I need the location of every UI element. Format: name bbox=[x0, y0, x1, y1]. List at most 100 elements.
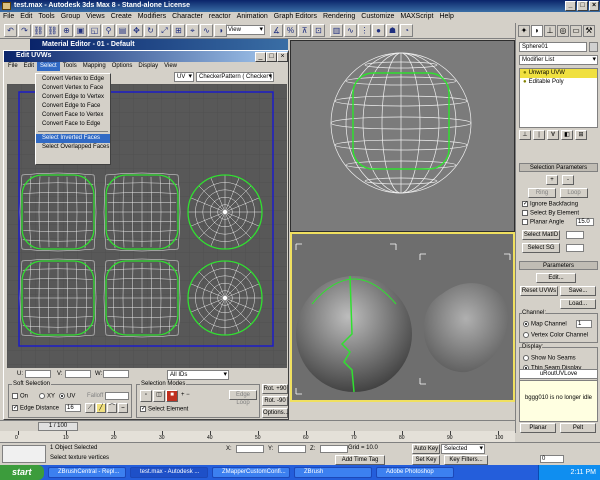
selection-parameters-rollout[interactable]: Selection Parameters bbox=[519, 163, 598, 172]
reset-uvws-button[interactable]: Reset UVWs bbox=[520, 286, 558, 296]
uvw-menu-tools[interactable]: Tools bbox=[60, 62, 80, 71]
ring-button[interactable]: Ring bbox=[528, 188, 556, 198]
angle-snap-icon[interactable]: ∿ bbox=[200, 24, 213, 37]
matid-spinner[interactable] bbox=[566, 231, 584, 239]
percent-snap-icon[interactable]: ◑ bbox=[214, 24, 227, 37]
falloff-type-buttons[interactable]: ⟋ ╱ ⌒ ⌣ bbox=[85, 403, 129, 414]
uvw-menu-file[interactable]: File bbox=[5, 62, 21, 71]
pivot-icon[interactable]: ⊞ bbox=[172, 24, 185, 37]
y-coord-field[interactable] bbox=[278, 445, 306, 453]
spinner-snap-icon[interactable]: ∡ bbox=[270, 24, 283, 37]
edit-uvws-titlebar[interactable]: Edit UVWs bbox=[4, 51, 288, 62]
select-element-checkbox[interactable]: ✓ Select Element bbox=[140, 406, 188, 413]
select-menu-item[interactable]: Convert Edge to Vertex bbox=[36, 93, 110, 102]
uvw-minimize-button[interactable]: _ bbox=[255, 52, 266, 62]
taskbar-task[interactable]: test.max - Autodesk ... bbox=[130, 467, 208, 478]
select-menu-item[interactable]: Convert Vertex to Edge bbox=[36, 75, 110, 84]
display-tab-icon[interactable]: ▭ bbox=[570, 25, 582, 37]
maximize-button[interactable]: □ bbox=[577, 1, 588, 11]
curve-editor-icon[interactable]: ∿ bbox=[344, 24, 357, 37]
motion-tab-icon[interactable]: ◎ bbox=[557, 25, 569, 37]
edge-distance-spinner[interactable]: 16 bbox=[65, 404, 81, 412]
make-unique-icon[interactable]: ∀ bbox=[547, 130, 559, 140]
select-region-icon[interactable]: ◱ bbox=[88, 24, 101, 37]
save-button[interactable]: Save... bbox=[560, 286, 596, 296]
falloff-linear-icon[interactable]: ╱ bbox=[96, 403, 106, 413]
menu-graph-editors[interactable]: Graph Editors bbox=[271, 12, 320, 21]
viewport-top-right[interactable] bbox=[290, 40, 515, 232]
render-scene-icon[interactable]: ☗ bbox=[386, 24, 399, 37]
edge-loop-button[interactable]: Edge Loop bbox=[229, 390, 257, 406]
vertex-color-radio[interactable]: Vertex Color Channel bbox=[523, 332, 588, 339]
move-icon[interactable]: ✥ bbox=[130, 24, 143, 37]
uvw-menu-mapping[interactable]: Mapping bbox=[80, 62, 109, 71]
grow-selection-button[interactable]: + bbox=[546, 175, 558, 185]
menu-customize[interactable]: Customize bbox=[358, 12, 397, 21]
pelt-button[interactable]: Pelt bbox=[560, 423, 596, 433]
viewport-perspective[interactable] bbox=[290, 232, 515, 402]
select-menu-item[interactable]: Convert Edge to Face bbox=[36, 102, 110, 111]
modify-tab-icon[interactable]: ◗ bbox=[531, 25, 543, 37]
taskbar-task[interactable]: ZBrush bbox=[294, 467, 372, 478]
quick-render-icon[interactable]: ◔ bbox=[400, 24, 413, 37]
uvw-menu-display[interactable]: Display bbox=[135, 62, 161, 71]
unlink-icon[interactable]: ⛓ bbox=[46, 24, 59, 37]
sg-spinner[interactable] bbox=[566, 244, 584, 252]
falloff-smooth-icon[interactable]: ⟋ bbox=[85, 403, 95, 413]
show-no-seams-radio[interactable]: Show No Seams bbox=[523, 355, 576, 362]
timeline-track[interactable]: 0 10 20 30 40 50 60 70 80 90 100 bbox=[0, 431, 515, 442]
hierarchy-tab-icon[interactable]: ⊥ bbox=[544, 25, 556, 37]
scale-icon[interactable]: ⤢ bbox=[158, 24, 171, 37]
key-filters-button[interactable]: Key Filters... bbox=[444, 455, 488, 465]
taskbar-task[interactable]: Adobe Photoshop bbox=[376, 467, 454, 478]
lightbulb-icon[interactable]: ● bbox=[523, 79, 527, 85]
grow-shrink-buttons[interactable]: + − bbox=[181, 392, 190, 398]
uvw-close-button[interactable]: × bbox=[277, 52, 288, 62]
maxscript-listener[interactable] bbox=[2, 445, 46, 463]
layer-icon[interactable]: ▥ bbox=[330, 24, 343, 37]
rotate-icon[interactable]: ↻ bbox=[144, 24, 157, 37]
edge-distance-checkbox[interactable]: ✓ Edge Distance bbox=[12, 405, 59, 412]
rotate-plus-90-button[interactable]: Rot. +90 bbox=[262, 384, 288, 394]
menu-rendering[interactable]: Rendering bbox=[320, 12, 358, 21]
modifier-stack[interactable]: ● Unwrap UVW ● Editable Poly bbox=[519, 68, 598, 128]
menu-maxscript[interactable]: MAXScript bbox=[397, 12, 436, 21]
ignore-backfacing-checkbox[interactable]: ✓ Ignore Backfacing bbox=[522, 201, 578, 208]
mirror-icon[interactable]: % bbox=[284, 24, 297, 37]
remove-modifier-icon[interactable]: ◧ bbox=[561, 130, 573, 140]
reference-coord-dropdown[interactable]: View bbox=[225, 25, 265, 35]
auto-key-button[interactable]: Auto Key bbox=[412, 444, 440, 454]
command-panel-tabs[interactable]: ✦ ◗ ⊥ ◎ ▭ ⚒ bbox=[518, 25, 598, 39]
snap-icon[interactable]: ⌖ bbox=[186, 24, 199, 37]
falloff-spinner[interactable] bbox=[105, 392, 129, 400]
select-by-name-icon[interactable]: ⚲ bbox=[102, 24, 115, 37]
add-time-tag-button[interactable]: Add Time Tag bbox=[335, 455, 385, 465]
u-spinner[interactable] bbox=[25, 370, 51, 378]
select-menu-item[interactable]: Convert Face to Vertex bbox=[36, 111, 110, 120]
falloff-fast-icon[interactable]: ⌣ bbox=[118, 403, 128, 413]
select-menu-item[interactable]: Select Overlapped Faces bbox=[36, 143, 110, 152]
select-menu-item[interactable]: Convert Vertex to Face bbox=[36, 84, 110, 93]
link-icon[interactable]: ⛓ bbox=[32, 24, 45, 37]
map-channel-spinner[interactable]: 1 bbox=[576, 320, 592, 328]
load-button[interactable]: Load... bbox=[560, 299, 596, 309]
face-mode-button[interactable]: ■ bbox=[166, 390, 178, 402]
menu-file[interactable]: File bbox=[0, 12, 17, 21]
menu-create[interactable]: Create bbox=[108, 12, 135, 21]
menu-tools[interactable]: Tools bbox=[35, 12, 57, 21]
taskbar-task[interactable]: ZMapperCustomConfi... bbox=[212, 467, 290, 478]
edit-button[interactable]: Edit... bbox=[536, 273, 576, 283]
bind-icon[interactable]: ⊕ bbox=[60, 24, 73, 37]
modifier-stack-item[interactable]: ● Unwrap UVW bbox=[520, 69, 597, 78]
uvw-menu-view[interactable]: View bbox=[161, 62, 180, 71]
menu-group[interactable]: Group bbox=[58, 12, 83, 21]
stack-controls[interactable]: ⊥ | ∀ ◧ ⊞ bbox=[519, 130, 598, 141]
time-slider[interactable]: 1 / 100 bbox=[0, 420, 515, 431]
select-by-element-checkbox[interactable]: Select By Element bbox=[522, 210, 579, 217]
uv-island[interactable] bbox=[187, 260, 263, 336]
utilities-tab-icon[interactable]: ⚒ bbox=[583, 25, 595, 37]
falloff-slow-icon[interactable]: ⌒ bbox=[107, 403, 117, 413]
menu-views[interactable]: Views bbox=[83, 12, 108, 21]
xy-radio[interactable]: XY bbox=[39, 393, 55, 400]
uvw-menu-edit[interactable]: Edit bbox=[21, 62, 37, 71]
